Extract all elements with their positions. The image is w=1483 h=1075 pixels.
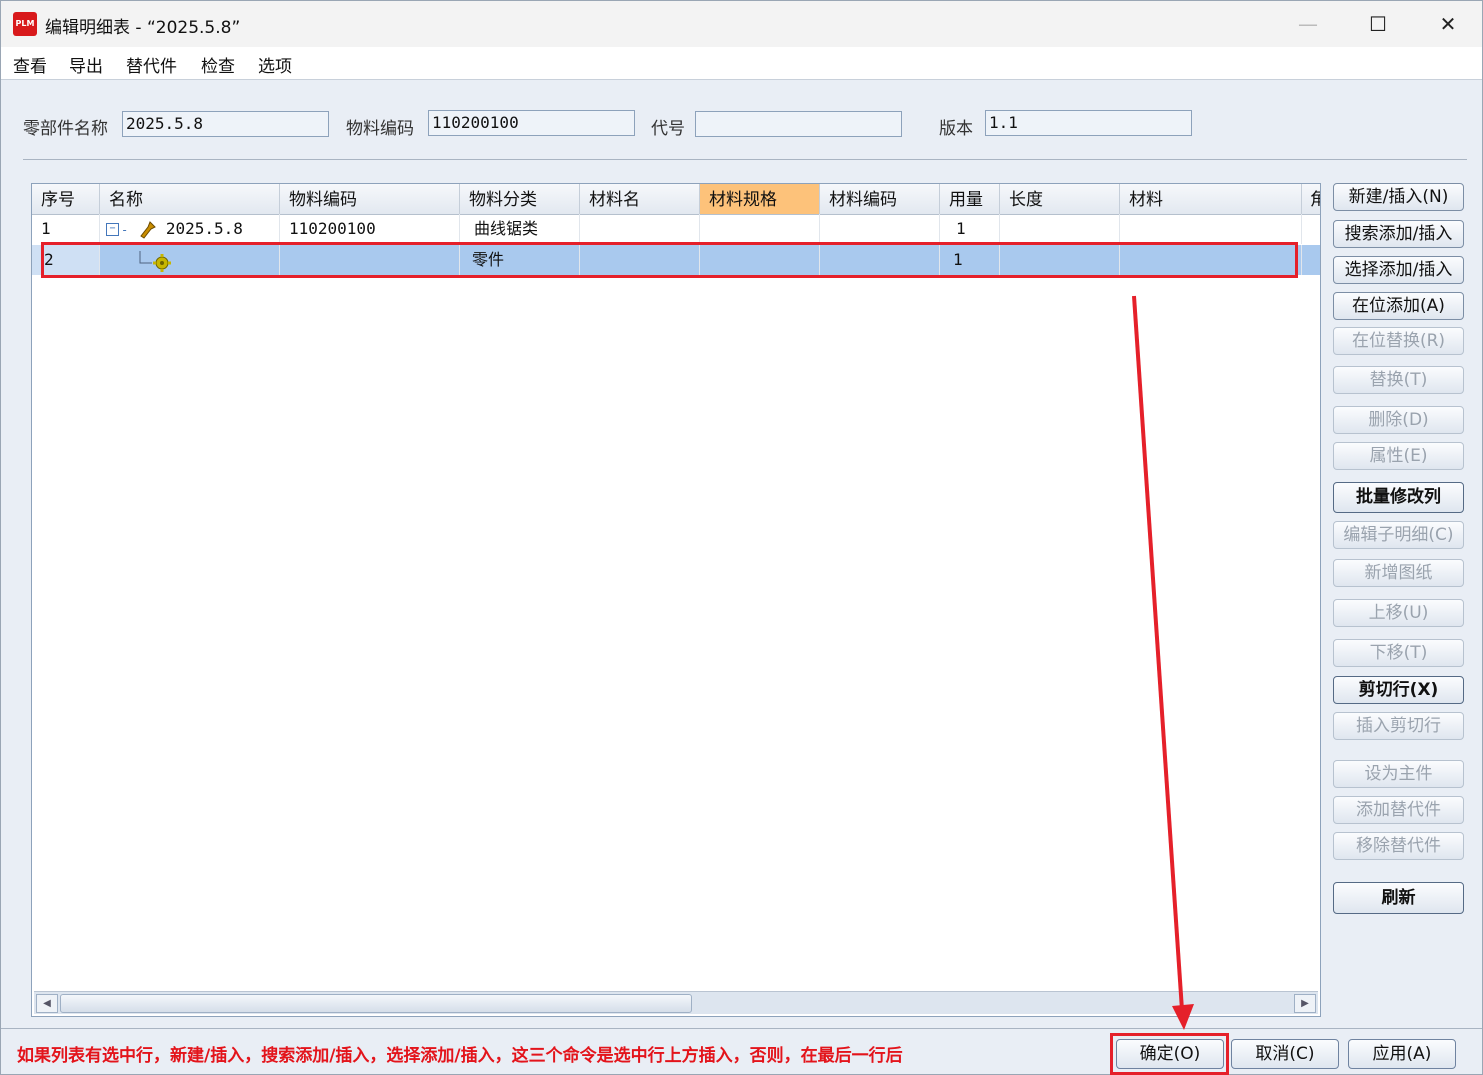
menu-export[interactable]: 导出	[69, 52, 103, 77]
table-header: 序号 名称 物料编码 物料分类 材料名 材料规格 材料编码 用量 长度 材料 角	[32, 184, 1320, 215]
column-material-code[interactable]: 物料编码	[280, 184, 460, 214]
cell-name: − - 2025.5.8	[100, 214, 280, 244]
ok-button[interactable]: 确定(O)	[1116, 1039, 1224, 1069]
window-title: 编辑明细表 - “2025.5.8”	[45, 18, 241, 38]
scroll-thumb[interactable]	[60, 994, 692, 1013]
refresh-button[interactable]: 刷新	[1333, 882, 1464, 914]
tree-branch-icon: -	[121, 223, 129, 237]
select-add-insert-button[interactable]: 选择添加/插入	[1333, 256, 1464, 284]
column-material-spec[interactable]: 材料规格	[700, 184, 820, 214]
table-row[interactable]: 1 − - 2025.5.8 110200100 曲线锯类 1	[32, 214, 1320, 244]
menu-check[interactable]: 检查	[201, 52, 235, 77]
move-up-button[interactable]: 上移(U)	[1333, 599, 1464, 627]
insert-hint-text: 如果列表有选中行，新建/插入，搜索添加/插入，选择添加/插入，这三个命令是选中行…	[17, 1046, 903, 1066]
column-seq[interactable]: 序号	[32, 184, 100, 214]
column-mat-code[interactable]: 材料编码	[820, 184, 940, 214]
cell-length	[1000, 214, 1120, 244]
cell-material-spec	[700, 245, 820, 275]
title-bar: PLM 编辑明细表 - “2025.5.8” — ☐ ✕	[1, 1, 1482, 47]
cell-material-name	[580, 214, 700, 244]
cell-length	[1000, 245, 1120, 275]
scroll-right-icon[interactable]: ▶	[1294, 994, 1316, 1013]
column-name[interactable]: 名称	[100, 184, 280, 214]
cell-material-code: 110200100	[280, 214, 460, 244]
menu-view[interactable]: 查看	[13, 52, 47, 77]
plm-app-icon: PLM	[13, 12, 37, 36]
cell-material	[1120, 245, 1302, 275]
menu-substitute[interactable]: 替代件	[126, 52, 177, 77]
close-button[interactable]: ✕	[1413, 1, 1483, 47]
apply-button[interactable]: 应用(A)	[1348, 1039, 1456, 1069]
edit-detail-window: PLM 编辑明细表 - “2025.5.8” — ☐ ✕ 查看 导出 替代件 检…	[0, 0, 1483, 1075]
add-substitute-button[interactable]: 添加替代件	[1333, 796, 1464, 824]
in-place-replace-button[interactable]: 在位替换(R)	[1333, 327, 1464, 355]
add-drawing-button[interactable]: 新增图纸	[1333, 559, 1464, 587]
edit-sub-detail-button[interactable]: 编辑子明细(C)	[1333, 521, 1464, 549]
remove-substitute-button[interactable]: 移除替代件	[1333, 832, 1464, 860]
assembly-icon	[140, 220, 156, 239]
new-insert-button[interactable]: 新建/插入(N)	[1333, 183, 1464, 211]
version-label: 版本	[939, 119, 973, 139]
form-separator	[23, 159, 1467, 160]
cell-mat-code	[820, 245, 940, 275]
bottom-separator	[1, 1028, 1482, 1029]
collapse-icon[interactable]: −	[106, 223, 119, 236]
delete-button[interactable]: 删除(D)	[1333, 406, 1464, 434]
cut-row-button[interactable]: 剪切行(X)	[1333, 676, 1464, 704]
cell-material-spec	[700, 214, 820, 244]
set-as-main-button[interactable]: 设为主件	[1333, 760, 1464, 788]
cell-name-text: 2025.5.8	[165, 219, 243, 238]
cancel-button[interactable]: 取消(C)	[1231, 1039, 1339, 1069]
scroll-left-icon[interactable]: ◀	[36, 994, 58, 1013]
part-name-field[interactable]: 2025.5.8	[122, 111, 329, 137]
minimize-button[interactable]: —	[1273, 1, 1343, 47]
replace-button[interactable]: 替换(T)	[1333, 366, 1464, 394]
column-material-name[interactable]: 材料名	[580, 184, 700, 214]
cell-seq: 2	[32, 245, 100, 275]
column-length[interactable]: 长度	[1000, 184, 1120, 214]
menu-bar: 查看 导出 替代件 检查 选项	[1, 47, 1482, 80]
column-material[interactable]: 材料	[1120, 184, 1302, 214]
material-code-field[interactable]: 110200100	[428, 110, 635, 136]
cell-mat-code	[820, 214, 940, 244]
version-field[interactable]: 1.1	[985, 110, 1192, 136]
column-angle[interactable]: 角	[1302, 184, 1320, 214]
insert-cut-row-button[interactable]: 插入剪切行	[1333, 712, 1464, 740]
in-place-add-button[interactable]: 在位添加(A)	[1333, 292, 1464, 320]
column-category[interactable]: 物料分类	[460, 184, 580, 214]
move-down-button[interactable]: 下移(T)	[1333, 639, 1464, 667]
menu-options[interactable]: 选项	[258, 52, 292, 77]
cell-category: 曲线锯类	[460, 214, 580, 244]
cell-seq: 1	[32, 214, 100, 244]
code-label: 代号	[651, 119, 685, 139]
maximize-button[interactable]: ☐	[1343, 1, 1413, 47]
cell-qty: 1	[940, 214, 1000, 244]
horizontal-scrollbar[interactable]: ◀ ▶	[34, 991, 1318, 1014]
cell-material	[1120, 214, 1302, 244]
part-gear-icon	[139, 250, 171, 272]
part-name-label: 零部件名称	[23, 119, 108, 139]
properties-button[interactable]: 属性(E)	[1333, 442, 1464, 470]
cell-qty: 1	[940, 245, 1000, 275]
table-row-selected[interactable]: 2 零件 1	[32, 245, 1320, 275]
material-code-label: 物料编码	[346, 119, 414, 139]
cell-material-code	[280, 245, 460, 275]
code-field[interactable]	[695, 111, 902, 137]
cell-category: 零件	[460, 245, 580, 275]
batch-modify-columns-button[interactable]: 批量修改列	[1333, 482, 1464, 513]
cell-material-name	[580, 245, 700, 275]
column-qty[interactable]: 用量	[940, 184, 1000, 214]
cell-name	[100, 245, 280, 275]
search-add-insert-button[interactable]: 搜索添加/插入	[1333, 220, 1464, 248]
bom-table: 序号 名称 物料编码 物料分类 材料名 材料规格 材料编码 用量 长度 材料 角…	[31, 183, 1321, 1017]
